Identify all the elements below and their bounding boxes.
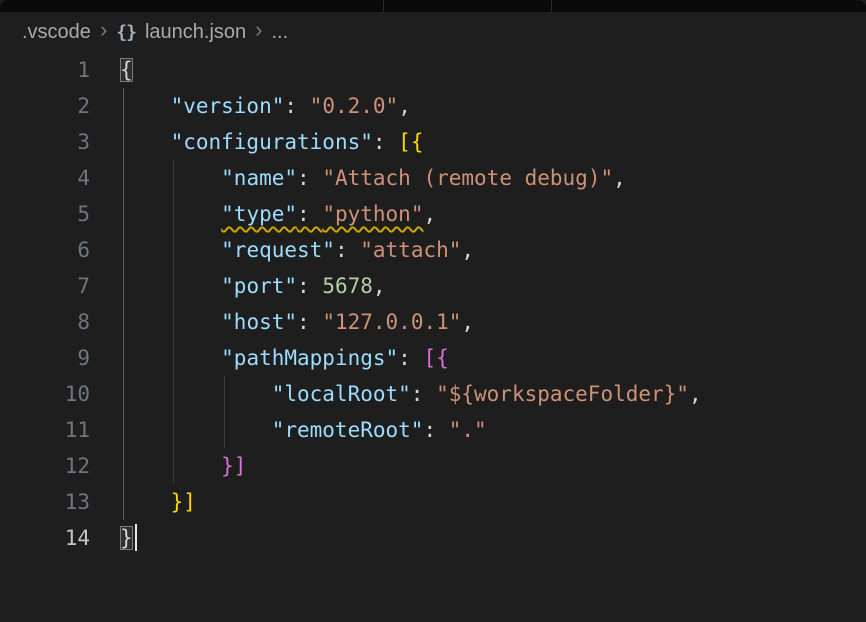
code-line[interactable]: "request": "attach", [120,232,866,268]
line-number[interactable]: 7 [0,268,90,304]
token-plain: : [297,166,322,190]
code-line[interactable]: "remoteRoot": "." [120,412,866,448]
breadcrumb-file[interactable]: launch.json [145,21,246,44]
token-num: 5678 [322,274,373,298]
code-line[interactable]: "pathMappings": [{ [120,340,866,376]
code-line[interactable]: { [120,52,866,88]
token-plain: : [297,202,322,226]
text-cursor [135,524,137,551]
token-plain: : [284,94,309,118]
token-plain [120,454,221,478]
token-plain: , [373,274,386,298]
token-key: "port" [221,274,297,298]
line-number[interactable]: 5 [0,196,90,232]
token-str: "attach" [360,238,461,262]
token-key: "host" [221,310,297,334]
line-number[interactable]: 1 [0,52,90,88]
line-number[interactable]: 4 [0,160,90,196]
token-plain [120,94,171,118]
line-number[interactable]: 2 [0,88,90,124]
token-plain [120,274,221,298]
code-line[interactable]: "host": "127.0.0.1", [120,304,866,340]
token-bracket2: [{ [423,346,448,370]
token-str: "127.0.0.1" [322,310,461,334]
tab-divider [551,0,552,12]
token-plain [120,382,272,406]
token-bracket1: [{ [398,130,423,154]
code-line[interactable]: "type": "python", [120,196,866,232]
breadcrumb-folder[interactable]: .vscode [22,21,91,44]
token-plain [120,166,221,190]
line-number[interactable]: 9 [0,340,90,376]
top-strip [0,0,866,12]
chevron-right-icon: › [255,19,262,41]
token-plain [120,490,171,514]
code-line[interactable]: }] [120,484,866,520]
bracket-match-token: { [120,58,133,82]
token-plain [120,310,221,334]
token-plain: : [297,274,322,298]
line-number[interactable]: 12 [0,448,90,484]
vscode-window: .vscode › {} launch.json › ... 123456789… [0,0,866,622]
token-str: "0.2.0" [310,94,399,118]
token-str: "Attach (remote debug)" [322,166,613,190]
token-plain: , [423,202,436,226]
breadcrumb: .vscode › {} launch.json › ... [0,12,866,52]
code-line[interactable]: "name": "Attach (remote debug)", [120,160,866,196]
token-bracket2: }] [221,454,246,478]
tab-divider [383,0,384,12]
token-plain: , [613,166,626,190]
code-line[interactable]: "configurations": [{ [120,124,866,160]
token-bracket1: }] [171,490,196,514]
code-line[interactable]: "port": 5678, [120,268,866,304]
token-plain [120,202,221,226]
line-number[interactable]: 8 [0,304,90,340]
token-plain: : [411,382,436,406]
editor[interactable]: 1234567891011121314 { "version": "0.2.0"… [0,52,866,556]
line-number[interactable]: 10 [0,376,90,412]
token-key: "type" [221,202,297,226]
token-plain: : [423,418,448,442]
token-plain [120,418,272,442]
line-number[interactable]: 3 [0,124,90,160]
chevron-right-icon: › [100,19,107,41]
token-plain: : [398,346,423,370]
code-line[interactable]: } [120,520,866,556]
bracket-match-token: } [120,526,133,550]
token-key: "localRoot" [272,382,411,406]
code-area[interactable]: { "version": "0.2.0", "configurations": … [120,52,866,556]
token-plain [120,130,171,154]
line-number[interactable]: 6 [0,232,90,268]
token-key: "configurations" [171,130,373,154]
token-plain: : [297,310,322,334]
token-key: "version" [171,94,285,118]
token-key: "pathMappings" [221,346,398,370]
token-str: "${workspaceFolder}" [436,382,689,406]
token-plain: : [373,130,398,154]
token-str: "." [449,418,487,442]
code-line[interactable]: "version": "0.2.0", [120,88,866,124]
token-plain [120,346,221,370]
token-plain: , [461,238,474,262]
token-plain: , [398,94,411,118]
code-line[interactable]: "localRoot": "${workspaceFolder}", [120,376,866,412]
token-plain: , [461,310,474,334]
line-number[interactable]: 13 [0,484,90,520]
json-file-icon: {} [116,22,136,43]
line-number[interactable]: 11 [0,412,90,448]
line-number[interactable]: 14 [0,520,90,556]
token-plain: : [335,238,360,262]
breadcrumb-more[interactable]: ... [271,21,288,44]
code-line[interactable]: }] [120,448,866,484]
token-plain [120,238,221,262]
token-key: "request" [221,238,335,262]
gutter: 1234567891011121314 [0,52,90,556]
token-str: "python" [322,202,423,226]
token-key: "name" [221,166,297,190]
token-plain: , [689,382,702,406]
token-key: "remoteRoot" [272,418,424,442]
